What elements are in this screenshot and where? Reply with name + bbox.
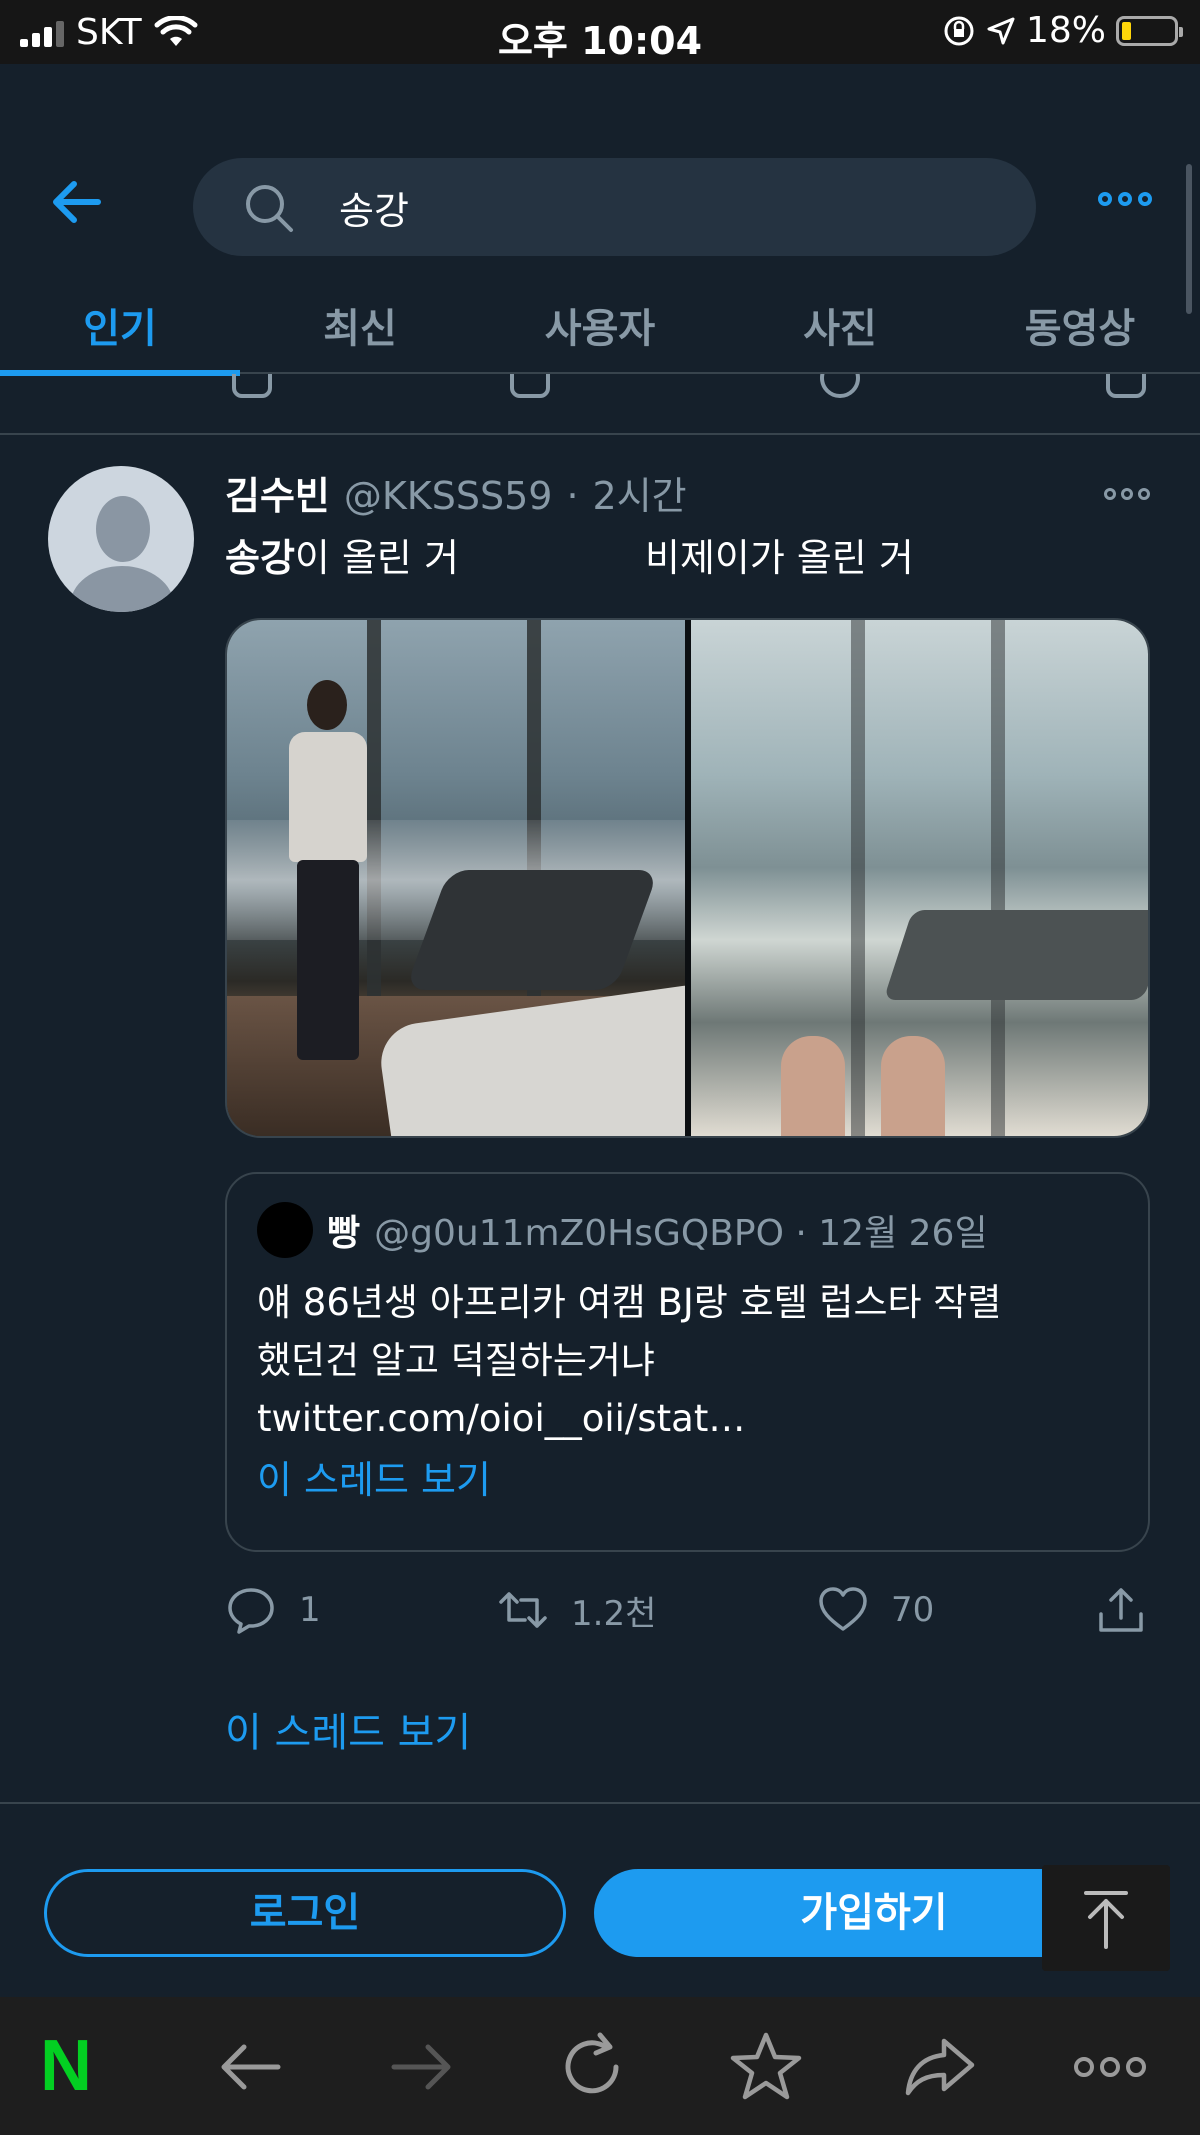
scroll-to-top-icon[interactable] [1042, 1865, 1170, 1971]
search-input[interactable]: 송강 [193, 158, 1036, 256]
more-options-icon[interactable] [1098, 192, 1152, 206]
battery-icon [1116, 15, 1183, 46]
like-icon[interactable] [820, 374, 860, 398]
quoted-author-handle: @g0u11mZ0HsGQBPO · 12월 26일 [374, 1213, 988, 1254]
quoted-link[interactable]: twitter.com/oioi__oii/stat… [257, 1390, 1127, 1448]
quoted-tweet[interactable]: 빵 @g0u11mZ0HsGQBPO · 12월 26일 얘 86년생 아프리카… [225, 1172, 1150, 1552]
battery-percent: 18% [1025, 10, 1106, 51]
reply-icon [228, 1588, 274, 1634]
share-icon [1099, 1588, 1143, 1632]
previous-tweet-actions [0, 374, 1200, 406]
tweet-text-left: 이 올린 거 [294, 536, 459, 580]
search-icon [246, 185, 293, 232]
status-bar: SKT 오후 10:04 18% [0, 0, 1200, 64]
thread-link[interactable]: 이 스레드 보기 [225, 1700, 471, 1758]
login-button[interactable]: 로그인 [44, 1869, 566, 1957]
tab-latest[interactable]: 최신 [240, 284, 480, 374]
naver-logo[interactable]: N [40, 2030, 92, 2102]
search-value: 송강 [339, 189, 409, 233]
share-icon[interactable] [900, 2027, 980, 2107]
browser-toolbar: N [0, 1997, 1200, 2135]
quoted-line: 얘 86년생 아프리카 여캠 BJ랑 호텔 럽스타 작렬 [257, 1281, 1002, 1324]
search-header: 송강 인기 최신 사용자 사진 동영상 [0, 64, 1200, 376]
retweet-button[interactable]: 1.2천 [497, 1584, 656, 1636]
avatar[interactable] [48, 466, 194, 612]
tab-photos[interactable]: 사진 [720, 284, 960, 374]
back-arrow-icon[interactable] [48, 174, 104, 230]
tweet-separator: · [566, 474, 579, 518]
quoted-thread-link[interactable]: 이 스레드 보기 [257, 1449, 491, 1504]
status-right: 18% [942, 10, 1183, 51]
divider [0, 433, 1200, 435]
heart-icon [819, 1587, 867, 1631]
forward-icon[interactable] [382, 2027, 462, 2107]
quoted-author-name: 빵 [327, 1213, 361, 1254]
quoted-tweet-header: 빵 @g0u11mZ0HsGQBPO · 12월 26일 [257, 1202, 988, 1258]
retweet-count: 1.2천 [571, 1593, 657, 1634]
like-count: 70 [891, 1590, 935, 1630]
back-icon[interactable] [210, 2027, 290, 2107]
retweet-icon[interactable] [510, 374, 550, 398]
tab-videos[interactable]: 동영상 [960, 284, 1200, 374]
tab-users[interactable]: 사용자 [480, 284, 720, 374]
share-icon[interactable] [1106, 374, 1146, 398]
tweet-text-right: 비제이가 올린 거 [645, 536, 914, 580]
refresh-icon[interactable] [552, 2027, 632, 2107]
search-tabs: 인기 최신 사용자 사진 동영상 [0, 284, 1200, 376]
tweet-text: 송강이 올린 거 비제이가 올린 거 [225, 527, 914, 582]
location-icon [987, 17, 1015, 44]
reply-button[interactable]: 1 [225, 1584, 321, 1636]
tweet-time[interactable]: 2시간 [593, 465, 687, 520]
retweet-icon [499, 1592, 547, 1628]
tab-popular[interactable]: 인기 [0, 284, 240, 376]
tweet-author-name[interactable]: 김수빈 [225, 465, 330, 520]
tweet-header: 김수빈 @KKSSS59 · 2시간 [225, 465, 687, 520]
reply-icon[interactable] [232, 374, 272, 398]
tweet-author-handle[interactable]: @KKSSS59 [344, 474, 553, 518]
like-button[interactable]: 70 [817, 1584, 934, 1636]
divider [0, 1802, 1200, 1804]
quoted-tweet-text: 얘 86년생 아프리카 여캠 BJ랑 호텔 럽스타 작렬 했던건 알고 덕질하는… [257, 1274, 1127, 1448]
share-button[interactable] [1095, 1584, 1147, 1636]
quoted-line: 했던건 알고 덕질하는거냐 [257, 1339, 655, 1382]
star-icon[interactable] [726, 2027, 806, 2107]
quoted-avatar [257, 1202, 313, 1258]
login-bar: 로그인 가입하기 [0, 1825, 1200, 1997]
tweet-more-icon[interactable] [1104, 488, 1150, 500]
tweet-photo-right[interactable] [690, 620, 1148, 1136]
more-icon[interactable] [1070, 2027, 1150, 2107]
tweet-media[interactable] [225, 618, 1150, 1138]
tweet-actions: 1 1.2천 70 [225, 1584, 1150, 1644]
orientation-lock-icon [944, 16, 974, 45]
tweet-keyword: 송강 [225, 536, 295, 580]
tweet-photo-left[interactable] [227, 620, 685, 1136]
reply-count: 1 [299, 1590, 321, 1630]
